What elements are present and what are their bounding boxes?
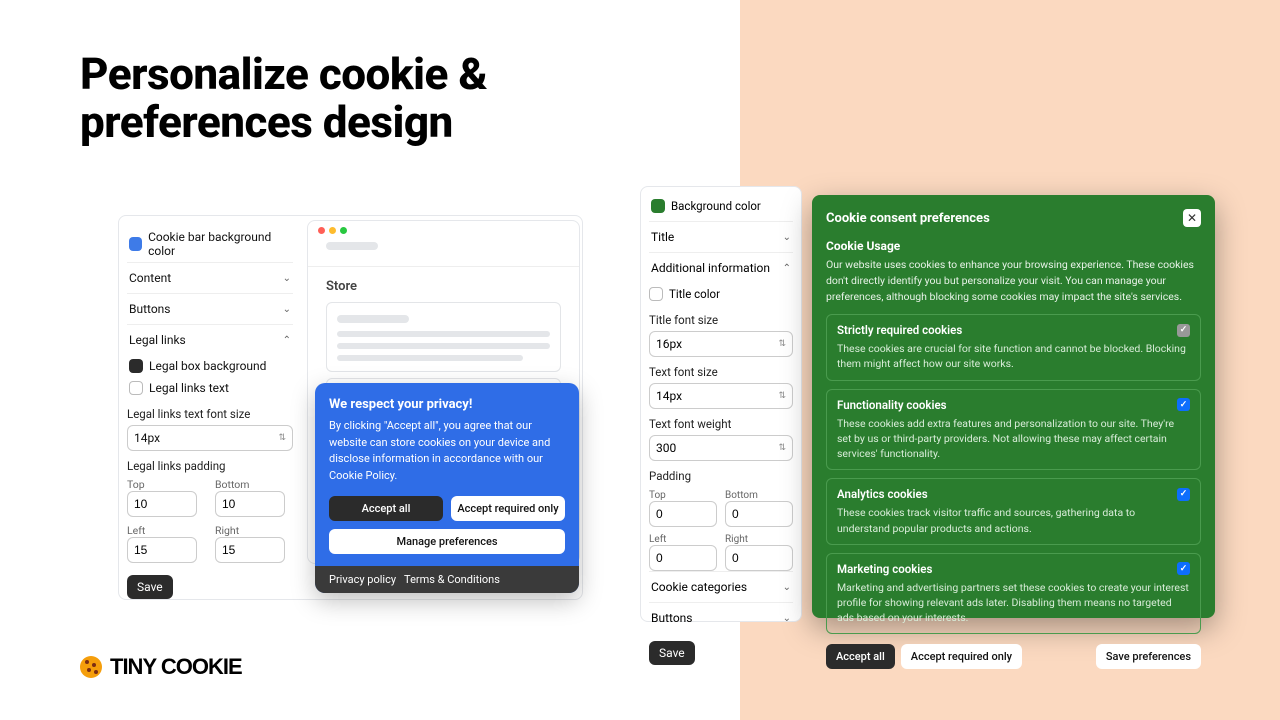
padding-left-input[interactable] <box>127 537 197 563</box>
save-preferences-button[interactable]: Save preferences <box>1096 644 1201 669</box>
font-size-label: Legal links text font size <box>127 407 293 421</box>
accordion-content[interactable]: Content⌄ <box>127 262 293 293</box>
category-toggle: ✓ <box>1177 324 1190 337</box>
category-toggle[interactable]: ✓ <box>1177 562 1190 575</box>
close-icon: ✕ <box>1187 211 1197 225</box>
chevron-down-icon: ⌄ <box>283 304 291 315</box>
padding-top-input[interactable] <box>649 501 717 527</box>
accordion-buttons[interactable]: Buttons⌄ <box>649 602 793 633</box>
popup-body: By clicking "Accept all", you agree that… <box>329 418 565 484</box>
color-swatch <box>649 287 663 301</box>
cookie-bar-bg-color[interactable]: Cookie bar background color <box>127 226 293 262</box>
chevron-down-icon: ⌄ <box>783 232 791 243</box>
category-toggle[interactable]: ✓ <box>1177 398 1190 411</box>
color-swatch <box>129 381 143 395</box>
label: Title color <box>669 287 720 301</box>
preferences-settings-panel: Background color Title⌄ Additional infor… <box>640 186 802 622</box>
usage-title: Cookie Usage <box>826 239 1201 253</box>
chevron-down-icon: ⌄ <box>783 613 791 624</box>
text-font-weight-select[interactable]: 300⇅ <box>649 435 793 461</box>
chevron-down-icon: ⌄ <box>783 582 791 593</box>
font-size-select[interactable]: 14px⇅ <box>127 425 293 451</box>
accordion-buttons[interactable]: Buttons⌄ <box>127 293 293 324</box>
save-button[interactable]: Save <box>127 575 173 599</box>
padding-top-input[interactable] <box>127 491 197 517</box>
cookie-icon <box>80 656 102 678</box>
label: Cookie bar background color <box>148 230 291 258</box>
color-swatch <box>129 359 143 373</box>
store-title: Store <box>308 267 579 296</box>
accept-all-button[interactable]: Accept all <box>826 644 895 669</box>
category-desc: Marketing and advertising partners set t… <box>837 580 1190 626</box>
accordion-legal-links[interactable]: Legal links⌃ <box>127 324 293 355</box>
category-desc: These cookies add extra features and per… <box>837 416 1190 462</box>
label: Legal links text <box>149 381 229 395</box>
popup-title: We respect your privacy! <box>329 397 565 412</box>
chevron-down-icon: ⌄ <box>283 273 291 284</box>
label: Padding <box>649 469 793 483</box>
accept-required-button[interactable]: Accept required only <box>901 644 1022 669</box>
category-toggle[interactable]: ✓ <box>1177 488 1190 501</box>
manage-preferences-button[interactable]: Manage preferences <box>329 529 565 554</box>
cookie-consent-popup: We respect your privacy! By clicking "Ac… <box>315 383 579 593</box>
category-title: Marketing cookies <box>837 562 932 576</box>
padding-right-input[interactable] <box>215 537 285 563</box>
accordion-cookie-categories[interactable]: Cookie categories⌄ <box>649 571 793 602</box>
category-desc: These cookies track visitor traffic and … <box>837 505 1190 535</box>
preferences-bg-color[interactable]: Background color <box>649 195 793 217</box>
padding-bottom-input[interactable] <box>215 491 285 517</box>
color-swatch <box>651 199 665 213</box>
category-title: Strictly required cookies <box>837 323 962 337</box>
title-color[interactable]: Title color <box>649 283 793 305</box>
accordion-title[interactable]: Title⌄ <box>649 221 793 252</box>
padding-bottom-input[interactable] <box>725 501 793 527</box>
accept-required-button[interactable]: Accept required only <box>451 496 565 521</box>
accept-all-button[interactable]: Accept all <box>329 496 443 521</box>
legal-links-text-color[interactable]: Legal links text <box>127 377 293 399</box>
accordion-additional[interactable]: Additional information⌃ <box>649 252 793 283</box>
padding-right-input[interactable] <box>725 545 793 571</box>
color-swatch <box>129 237 142 251</box>
cookie-category: Strictly required cookies ✓ These cookie… <box>826 314 1201 380</box>
chevron-up-icon: ⌃ <box>783 263 791 274</box>
label: Title font size <box>649 313 793 327</box>
legal-box-bg-color[interactable]: Legal box background <box>127 355 293 377</box>
cookie-category: Functionality cookies ✓ These cookies ad… <box>826 389 1201 471</box>
brand-logo: Tiny Cookie <box>80 654 242 680</box>
terms-link[interactable]: Terms & Conditions <box>404 573 500 586</box>
save-button[interactable]: Save <box>649 641 695 665</box>
cookie-category: Analytics cookies ✓ These cookies track … <box>826 478 1201 544</box>
label: Text font weight <box>649 417 793 431</box>
padding-label: Legal links padding <box>127 459 293 473</box>
label: Legal box background <box>149 359 266 373</box>
label: Text font size <box>649 365 793 379</box>
close-button[interactable]: ✕ <box>1183 209 1201 227</box>
label: Background color <box>671 199 761 213</box>
cookie-consent-preferences-modal: Cookie consent preferences ✕ Cookie Usag… <box>812 195 1215 618</box>
cookie-category: Marketing cookies ✓ Marketing and advert… <box>826 553 1201 635</box>
chevron-up-icon: ⌃ <box>283 335 291 346</box>
text-font-size-select[interactable]: 14px⇅ <box>649 383 793 409</box>
title-font-size-select[interactable]: 16px⇅ <box>649 331 793 357</box>
category-title: Functionality cookies <box>837 398 947 412</box>
padding-left-input[interactable] <box>649 545 717 571</box>
brand-name: Tiny Cookie <box>110 654 242 680</box>
category-title: Analytics cookies <box>837 487 928 501</box>
select-indicator-icon: ⇅ <box>278 433 286 443</box>
category-desc: These cookies are crucial for site funct… <box>837 341 1190 371</box>
usage-text: Our website uses cookies to enhance your… <box>826 257 1201 304</box>
modal-title: Cookie consent preferences <box>826 211 990 226</box>
page-heading: Personalize cookie & preferences design <box>80 50 600 147</box>
privacy-policy-link[interactable]: Privacy policy <box>329 573 396 586</box>
